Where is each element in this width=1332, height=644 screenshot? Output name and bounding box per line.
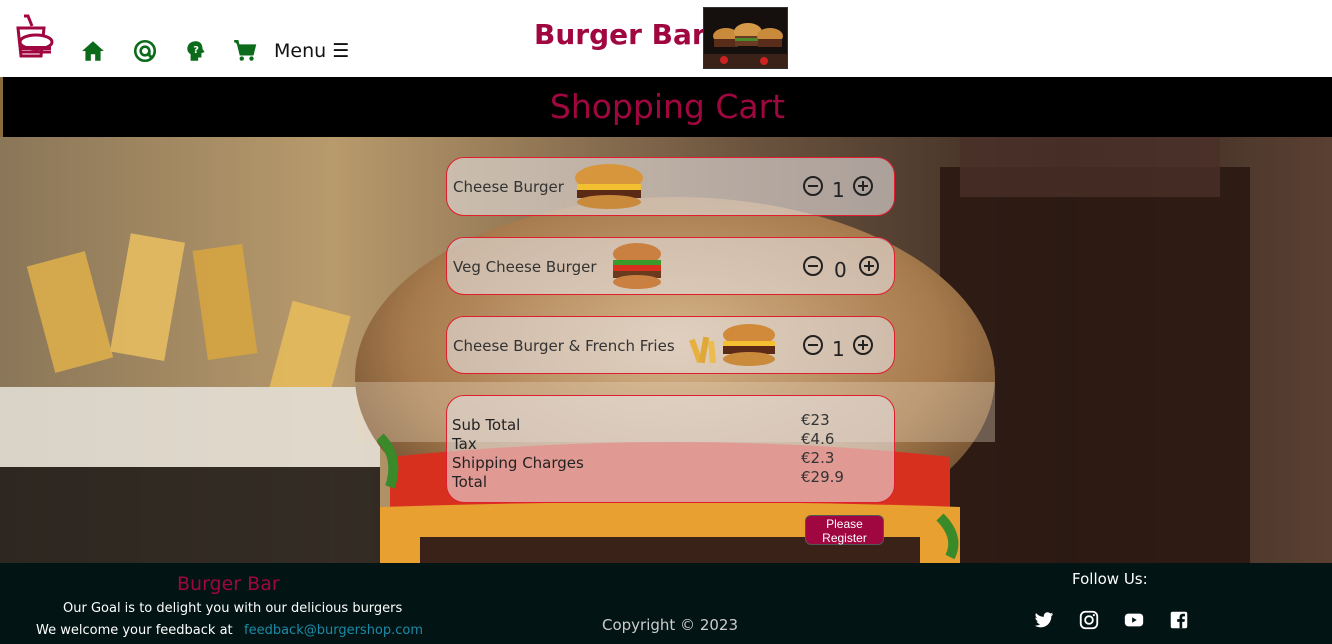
total-value: €29.9	[801, 468, 844, 486]
burger-banner-image	[703, 7, 788, 69]
page-title: Shopping Cart	[549, 87, 786, 126]
cart-item: Veg Cheese Burger 0	[446, 237, 895, 295]
footer-goal-text: Our Goal is to delight you with our deli…	[63, 601, 403, 616]
footer: Burger Bar Our Goal is to delight you wi…	[0, 563, 1332, 644]
item-quantity: 1	[832, 178, 845, 202]
register-button[interactable]: Please Register	[805, 515, 884, 545]
twitter-icon[interactable]	[1033, 609, 1055, 631]
footer-feedback-text: We welcome your feedback at	[36, 623, 233, 638]
item-quantity: 0	[834, 258, 847, 282]
title-bar: Shopping Cart	[0, 77, 1332, 137]
subtotal-value: €23	[801, 411, 830, 429]
order-summary: Sub Total Tax Shipping Charges Total €23…	[446, 395, 895, 503]
increase-quantity-button[interactable]	[858, 255, 880, 277]
cart-item: Cheese Burger 1	[446, 157, 895, 216]
help-icon[interactable]: ?	[183, 38, 209, 64]
subtotal-label: Sub Total	[452, 416, 521, 434]
footer-brand: Burger Bar	[177, 573, 280, 595]
menu-button[interactable]: Menu ☰	[274, 40, 349, 62]
burger-and-fries-image	[689, 324, 775, 366]
youtube-icon[interactable]	[1123, 609, 1145, 631]
cart-icon[interactable]	[232, 38, 258, 64]
tax-value: €4.6	[801, 430, 835, 448]
cheese-burger-image	[575, 164, 643, 209]
item-name: Veg Cheese Burger	[453, 258, 597, 276]
at-icon[interactable]	[132, 38, 158, 64]
svg-text:?: ?	[193, 45, 199, 56]
cart-item: Cheese Burger & French Fries 1	[446, 316, 895, 374]
follow-us-label: Follow Us:	[1072, 570, 1148, 588]
shipping-value: €2.3	[801, 449, 835, 467]
item-name: Cheese Burger & French Fries	[453, 337, 675, 355]
item-quantity: 1	[832, 337, 845, 361]
brand-title: Burger Bar	[534, 18, 706, 51]
header: ? Menu ☰ Burger Bar	[0, 0, 1332, 77]
feedback-email-link[interactable]: feedback@burgershop.com	[244, 623, 423, 638]
decrease-quantity-button[interactable]	[802, 334, 824, 356]
facebook-icon[interactable]	[1168, 609, 1190, 631]
copyright: Copyright © 2023	[602, 616, 739, 634]
total-label: Total	[452, 473, 488, 491]
instagram-icon[interactable]	[1078, 609, 1100, 631]
shipping-label: Shipping Charges	[452, 454, 584, 472]
decrease-quantity-button[interactable]	[802, 255, 824, 277]
logo-icon[interactable]	[10, 12, 58, 60]
item-name: Cheese Burger	[453, 178, 564, 196]
tax-label: Tax	[452, 435, 477, 453]
increase-quantity-button[interactable]	[852, 175, 874, 197]
decrease-quantity-button[interactable]	[802, 175, 824, 197]
veg-cheese-burger-image	[613, 243, 661, 289]
home-icon[interactable]	[80, 38, 106, 64]
increase-quantity-button[interactable]	[852, 334, 874, 356]
